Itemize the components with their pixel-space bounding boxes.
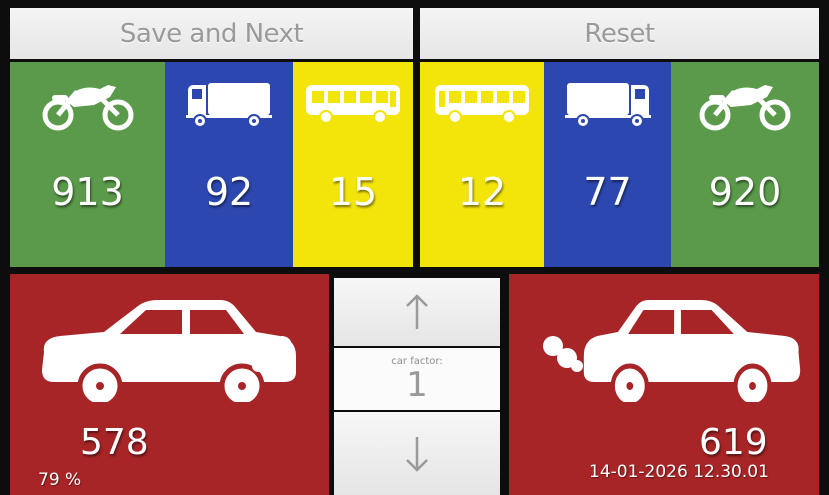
left-motorcycle-count: 913 bbox=[51, 170, 124, 214]
truck-icon bbox=[186, 74, 272, 134]
car-factor-down-button[interactable] bbox=[334, 412, 500, 495]
car-factor-up-button[interactable] bbox=[334, 278, 500, 346]
right-car-count: 619 bbox=[699, 422, 768, 463]
truck-icon bbox=[564, 74, 651, 134]
car-factor-value: 1 bbox=[406, 364, 428, 405]
right-truck-count: 77 bbox=[583, 170, 632, 214]
save-and-next-label: Save and Next bbox=[119, 18, 304, 49]
right-bus-count: 12 bbox=[457, 170, 507, 214]
save-and-next-button[interactable]: Save and Next bbox=[10, 8, 413, 59]
right-truck-counter[interactable]: 77 bbox=[544, 62, 671, 267]
motorcycle-icon bbox=[38, 74, 138, 134]
left-truck-count: 92 bbox=[204, 170, 254, 214]
right-motorcycle-count: 920 bbox=[708, 170, 782, 214]
car-icon bbox=[577, 292, 807, 409]
motorcycle-icon bbox=[695, 74, 795, 134]
left-truck-counter[interactable]: 92 bbox=[165, 62, 293, 267]
reset-button[interactable]: Reset bbox=[420, 8, 819, 59]
left-car-percent: 79 % bbox=[38, 470, 82, 490]
arrow-up-icon bbox=[406, 294, 428, 329]
right-motorcycle-counter[interactable]: 920 bbox=[671, 62, 819, 267]
arrow-down-icon bbox=[406, 436, 428, 472]
right-bus-counter[interactable]: 12 bbox=[420, 62, 544, 267]
right-car-counter[interactable]: 619 14-01-2026 12.30.01 bbox=[509, 274, 819, 495]
bus-icon bbox=[433, 74, 531, 134]
exhaust-smoke-icon bbox=[250, 334, 296, 378]
right-car-timestamp: 14-01-2026 12.30.01 bbox=[589, 462, 769, 482]
left-car-counter[interactable]: 578 79 % bbox=[10, 274, 329, 495]
reset-label: Reset bbox=[584, 18, 655, 49]
left-motorcycle-counter[interactable]: 913 bbox=[10, 62, 165, 267]
car-factor-display: car factor: 1 bbox=[334, 348, 500, 410]
bus-icon bbox=[304, 74, 402, 134]
left-bus-counter[interactable]: 15 bbox=[293, 62, 413, 267]
left-bus-count: 15 bbox=[328, 170, 378, 214]
left-car-count: 578 bbox=[80, 422, 149, 463]
